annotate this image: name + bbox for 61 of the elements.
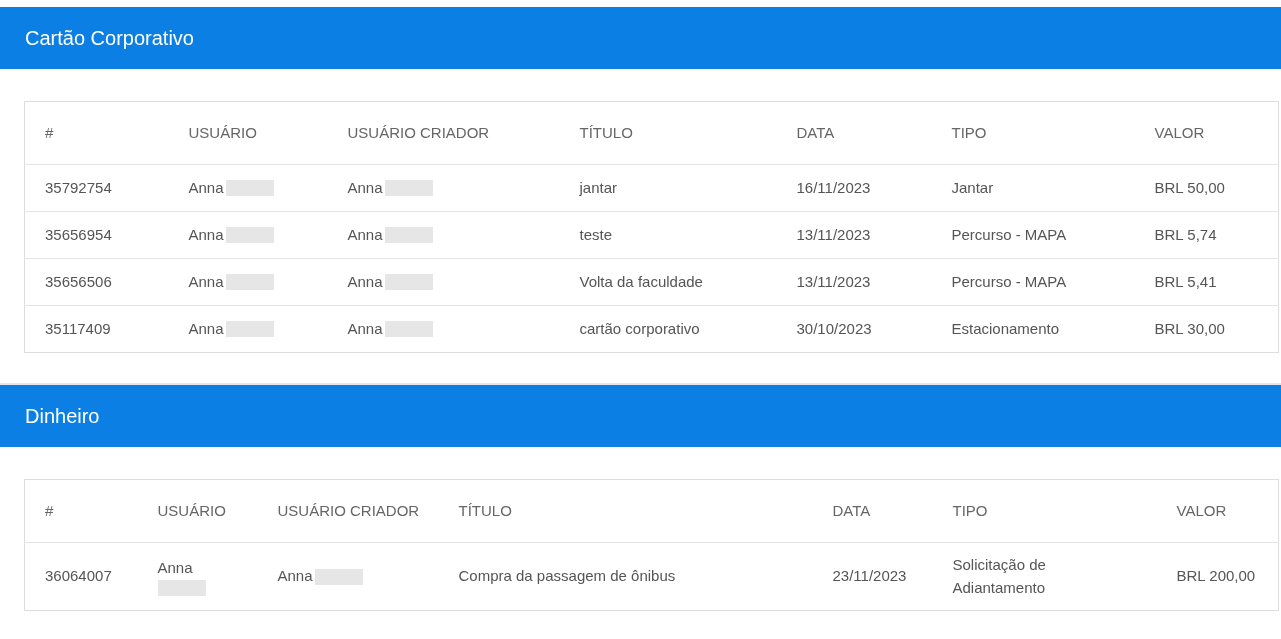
user-name: Anna xyxy=(347,318,383,339)
column-header: # xyxy=(45,501,54,519)
redacted-block xyxy=(384,180,433,196)
user-name: Anna xyxy=(188,177,224,198)
column-header: TIPO xyxy=(951,123,987,141)
user-name: Anna xyxy=(188,224,224,245)
redacted-block xyxy=(384,227,433,243)
id-cell: 35656506 xyxy=(45,272,112,290)
column-header: USUÁRIO CRIADOR xyxy=(347,123,490,141)
value-cell: BRL 5,74 xyxy=(1154,225,1217,243)
column-header: TIPO xyxy=(952,501,988,519)
user-name: Anna xyxy=(277,566,313,587)
value-cell: BRL 50,00 xyxy=(1154,178,1225,196)
user-name: Anna xyxy=(347,271,383,292)
date-cell: 16/11/2023 xyxy=(796,178,871,196)
column-header: VALOR xyxy=(1154,123,1205,141)
title-cell: Volta da faculdade xyxy=(579,272,703,290)
column-header: USUÁRIO CRIADOR xyxy=(277,501,420,519)
redacted-block xyxy=(384,321,433,337)
redacted-block xyxy=(225,274,274,290)
title-cell: jantar xyxy=(579,178,618,196)
user-name: Anna xyxy=(157,558,193,579)
column-header: USUÁRIO xyxy=(157,501,226,519)
date-cell: 13/11/2023 xyxy=(796,225,871,243)
type-cell-text: Solicitação de Adiantamento xyxy=(952,555,1047,598)
type-cell-text: Estacionamento xyxy=(951,318,1061,339)
type-cell-text: Percurso - MAPA xyxy=(951,224,1068,245)
column-header: TÍTULO xyxy=(458,501,512,519)
user-name: Anna xyxy=(347,177,383,198)
title-cell: teste xyxy=(579,225,613,243)
user-name: Anna xyxy=(188,318,224,339)
column-header: VALOR xyxy=(1176,501,1227,519)
id-cell: 36064007 xyxy=(45,567,112,585)
date-cell: 30/10/2023 xyxy=(796,319,872,337)
section-title: Dinheiro xyxy=(25,404,100,429)
column-header: # xyxy=(45,123,54,141)
title-cell: cartão corporativo xyxy=(579,319,700,337)
redacted-block xyxy=(225,321,274,337)
section-title: Cartão Corporativo xyxy=(25,26,194,51)
value-cell: BRL 30,00 xyxy=(1154,319,1225,337)
type-cell-text: Jantar xyxy=(951,177,995,198)
title-cell: Compra da passagem de ônibus xyxy=(458,567,676,585)
column-header: TÍTULO xyxy=(579,123,633,141)
user-name: Anna xyxy=(188,271,224,292)
value-cell: BRL 5,41 xyxy=(1154,272,1217,290)
redacted-block xyxy=(314,568,363,585)
redacted-block xyxy=(225,180,274,196)
date-cell: 13/11/2023 xyxy=(796,272,871,290)
value-cell: BRL 200,00 xyxy=(1176,567,1256,585)
id-cell: 35792754 xyxy=(45,178,112,196)
redacted-block xyxy=(225,227,274,243)
id-cell: 35656954 xyxy=(45,225,112,243)
column-header: USUÁRIO xyxy=(188,123,257,141)
id-cell: 35117409 xyxy=(45,319,111,337)
type-cell-text: Percurso - MAPA xyxy=(951,271,1068,292)
redacted-block xyxy=(384,274,433,290)
column-header: DATA xyxy=(796,123,835,141)
column-header: DATA xyxy=(832,501,871,519)
redacted-block xyxy=(157,579,206,596)
user-name: Anna xyxy=(347,224,383,245)
date-cell: 23/11/2023 xyxy=(832,567,907,585)
